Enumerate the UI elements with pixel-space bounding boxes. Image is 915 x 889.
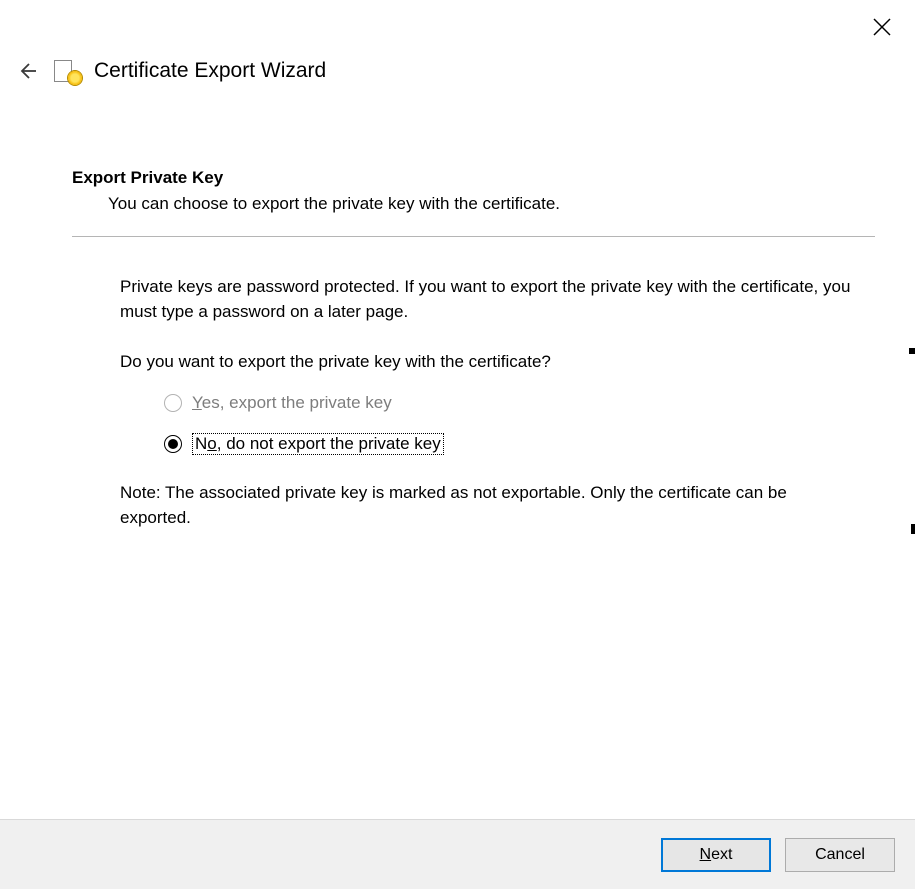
radio-yes-export: Yes, export the private key	[164, 393, 875, 413]
section-subheading: You can choose to export the private key…	[108, 194, 875, 214]
back-button[interactable]	[14, 58, 40, 84]
close-button[interactable]	[867, 12, 897, 42]
wizard-footer: Next Cancel	[0, 819, 915, 889]
close-icon	[873, 18, 891, 36]
wizard-title: Certificate Export Wizard	[94, 59, 326, 83]
section-heading: Export Private Key	[72, 168, 875, 188]
wizard-content: Export Private Key You can choose to exp…	[72, 168, 875, 530]
certificate-icon	[54, 58, 80, 84]
note-text: Note: The associated private key is mark…	[120, 481, 835, 530]
radio-no-export[interactable]: No, do not export the private key	[164, 433, 875, 455]
radio-icon-checked	[164, 435, 182, 453]
wizard-header: Certificate Export Wizard	[14, 58, 326, 84]
cancel-button[interactable]: Cancel	[785, 838, 895, 872]
radio-icon	[164, 394, 182, 412]
edge-mark	[911, 524, 915, 534]
radio-yes-label: Yes, export the private key	[192, 393, 392, 413]
export-question: Do you want to export the private key wi…	[120, 350, 855, 375]
back-arrow-icon	[17, 61, 37, 81]
next-button[interactable]: Next	[661, 838, 771, 872]
radio-dot	[168, 439, 178, 449]
info-paragraph: Private keys are password protected. If …	[120, 275, 855, 324]
export-options-group: Yes, export the private key No, do not e…	[164, 393, 875, 455]
divider	[72, 236, 875, 237]
edge-mark	[909, 348, 915, 354]
radio-no-label: No, do not export the private key	[192, 433, 444, 455]
